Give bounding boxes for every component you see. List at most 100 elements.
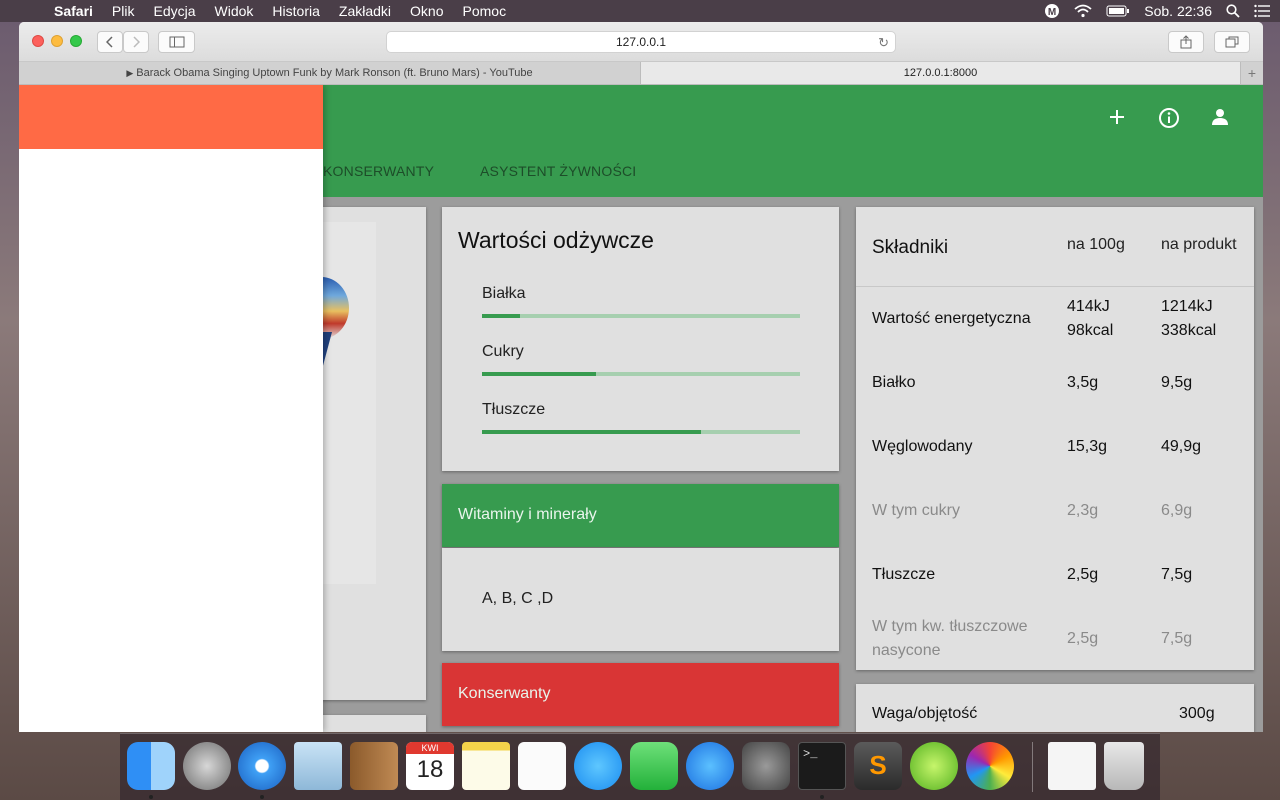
tab-youtube[interactable]: ▶ Barack Obama Singing Uptown Funk by Mar… [19,62,641,84]
system-preferences-icon[interactable] [742,742,790,790]
chevron-right-icon [133,36,141,48]
page-content: KONSERWANTY ASYSTENT ŻYWNOŚCI Wartości o… [19,85,1263,732]
trash-icon[interactable] [1104,742,1144,790]
contacts-icon[interactable] [350,742,398,790]
menu-item-pomoc[interactable]: Pomoc [463,3,507,19]
spotlight-search-icon[interactable] [1226,4,1240,18]
safari-icon[interactable] [238,742,286,790]
close-window-button[interactable] [32,35,44,47]
menu-item-okno[interactable]: Okno [410,3,443,19]
minimize-window-button[interactable] [51,35,63,47]
nutrition-card: Wartości odżywcze Białka Cukry Tłuszcze [442,207,839,471]
running-indicator [260,795,264,799]
weight-label: Waga/objętość [872,705,978,722]
limechat-icon[interactable] [910,742,958,790]
add-icon[interactable] [1105,107,1129,131]
nutrition-bar [482,430,800,434]
notification-center-icon[interactable] [1254,4,1270,18]
tab-localhost[interactable]: 127.0.0.1:8000 [641,62,1241,84]
row-per100: 2,3g [1067,502,1099,519]
chevron-left-icon [105,36,113,48]
tab-konserwanty[interactable]: KONSERWANTY [323,163,434,179]
ingredients-header-row: Składniki na 100g na produkt [856,207,1254,287]
row-per-product: 49,9g [1161,438,1202,455]
menu-item-zakladki[interactable]: Zakładki [339,3,391,19]
row-per100: 3,5g [1067,374,1099,391]
account-icon[interactable] [1208,107,1232,131]
reload-icon[interactable]: ↻ [878,32,889,53]
sidebar-icon [169,36,184,48]
preservatives-title: Konserwanty [458,685,551,702]
back-button[interactable] [97,31,123,53]
row-name: Tłuszcze [872,566,936,583]
row-name: Węglowodany [872,438,973,455]
table-row: W tym kw. tłuszczowe nasycone 2,5g 7,5g [856,615,1254,679]
nutrition-bar [482,314,800,318]
tab-youtube-label: Barack Obama Singing Uptown Funk by Mark… [136,67,533,79]
vitamins-body: A, B, C ,D [442,548,839,651]
reminders-icon[interactable] [518,742,566,790]
mail-icon[interactable] [294,742,342,790]
sublime-text-icon[interactable]: S [854,742,902,790]
notes-icon[interactable] [462,742,510,790]
facetime-icon[interactable] [630,742,678,790]
column-header-per-product: na produkt [1161,236,1237,253]
tab-localhost-label: 127.0.0.1:8000 [903,67,978,79]
launchpad-icon[interactable] [183,742,231,790]
column-header-per100: na 100g [1067,236,1125,253]
row-per-product: 9,5g [1161,374,1193,391]
vitamins-title: Witaminy i minerały [458,506,597,523]
column-header-name: Składniki [872,237,949,258]
new-tab-button[interactable]: + [1241,62,1263,84]
table-row: Węglowodany 15,3g 49,9g [856,435,1254,499]
finder-icon[interactable] [127,742,175,790]
tab-asystent-zywnosci[interactable]: ASYSTENT ŻYWNOŚCI [480,163,636,179]
tabs-overview-button[interactable] [1214,31,1250,53]
status-m-icon[interactable]: M [1044,3,1060,19]
terminal-icon[interactable]: >_ [798,742,846,790]
tabs-icon [1225,36,1239,48]
row-per-product: 1214kJ [1161,298,1213,315]
dock-separator [1032,742,1033,792]
menubar-clock[interactable]: Sob. 22:36 [1144,3,1212,19]
row-name: Wartość energetyczna [872,310,1031,327]
forward-button[interactable] [123,31,149,53]
preservatives-header[interactable]: Konserwanty [442,663,839,726]
row-per100: 414kJ [1067,298,1110,315]
row-per100: 15,3g [1067,438,1108,455]
row-per-product: 7,5g [1161,630,1193,647]
menu-item-edycja[interactable]: Edycja [153,3,195,19]
address-bar[interactable]: 127.0.0.1 ↻ [386,31,896,53]
play-icon: ▶ [126,68,134,78]
app-store-icon[interactable] [686,742,734,790]
table-row: Wartość energetyczna 414kJ 98kcal 1214kJ… [856,295,1254,359]
document-icon[interactable] [1048,742,1096,790]
zoom-window-button[interactable] [70,35,82,47]
ingredients-table: Składniki na 100g na produkt Wartość ene… [856,207,1254,670]
share-button[interactable] [1168,31,1204,53]
navigation-drawer[interactable] [19,85,323,732]
info-icon[interactable] [1157,107,1181,131]
running-indicator [149,795,153,799]
safari-window: 127.0.0.1 ↻ ▶ Barack Obama Singing Uptown… [19,22,1263,732]
row-name: W tym cukry [872,502,960,519]
wifi-icon[interactable] [1074,4,1092,18]
photos-icon[interactable] [966,742,1014,790]
menu-item-historia[interactable]: Historia [272,3,319,19]
menu-app-name[interactable]: Safari [54,3,93,19]
row-per100-kcal: 98kcal [1067,322,1114,339]
nutrition-bar-fill [482,372,597,376]
share-icon [1180,35,1192,49]
battery-icon[interactable] [1106,5,1130,17]
menu-item-widok[interactable]: Widok [215,3,254,19]
vitamins-header[interactable]: Witaminy i minerały [442,484,839,547]
running-indicator [820,795,824,799]
menu-item-plik[interactable]: Plik [112,3,135,19]
row-per-product-kcal: 338kcal [1161,322,1217,339]
messages-icon[interactable] [574,742,622,790]
sidebar-toggle-button[interactable] [158,31,195,53]
calendar-icon[interactable]: KWI 18 [406,742,454,790]
url-text: 127.0.0.1 [615,35,667,49]
macos-menubar: Safari Plik Edycja Widok Historia Zakład… [0,0,1280,22]
nutrition-row-cukry: Cukry [482,343,800,376]
